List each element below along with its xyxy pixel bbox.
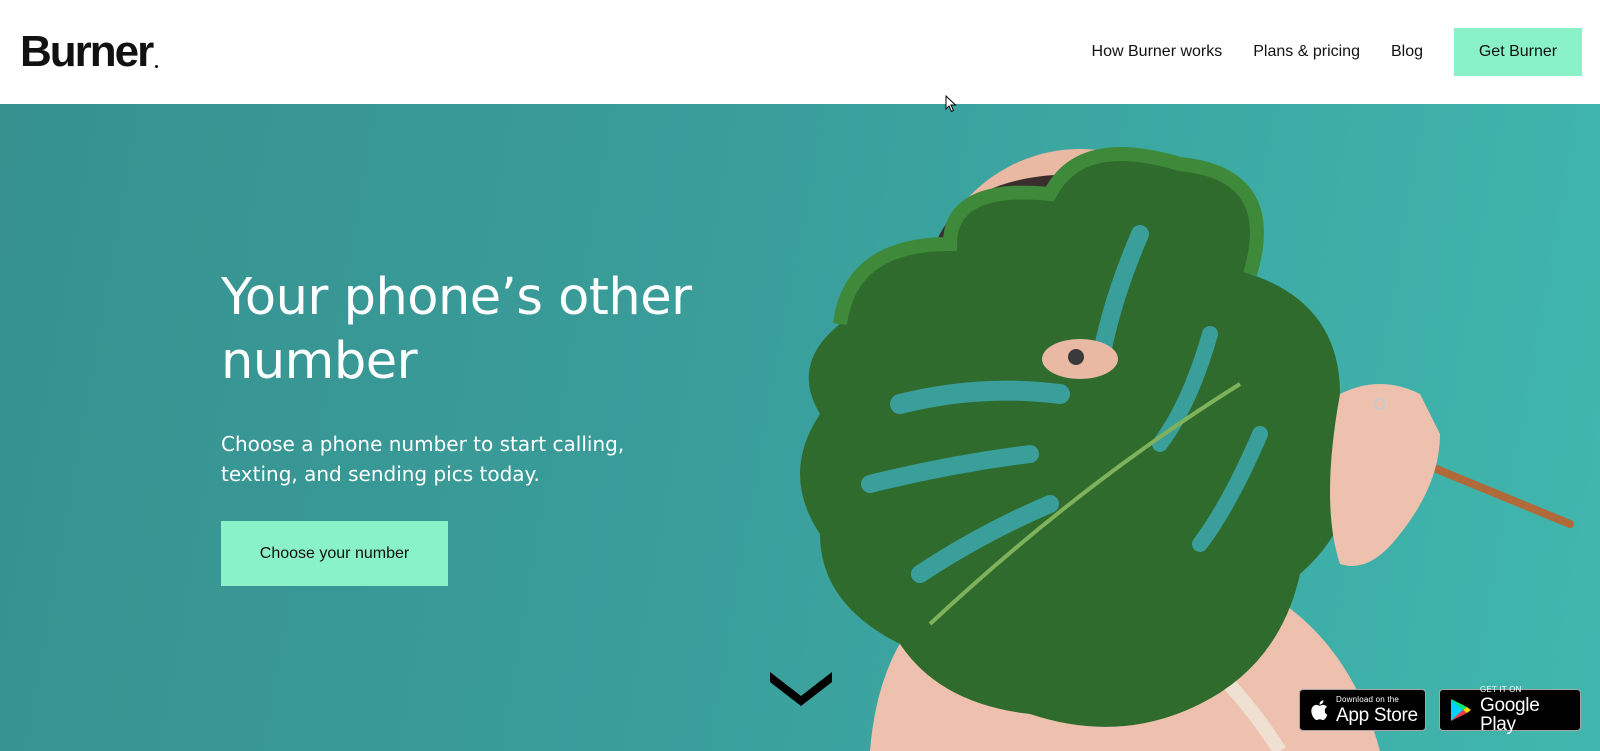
apple-icon: [1310, 699, 1328, 721]
hero-image: [800, 147, 1574, 751]
google-play-badge[interactable]: GET IT ON Google Play: [1439, 685, 1581, 735]
nav-link-blog[interactable]: Blog: [1391, 43, 1423, 61]
get-burner-button[interactable]: Get Burner: [1454, 28, 1582, 76]
burner-logo[interactable]: Burner: [20, 24, 159, 80]
main-nav: How Burner works Plans & pricing Blog Ge…: [1092, 28, 1582, 76]
google-play-icon: [1450, 698, 1472, 722]
google-play-small-text: GET IT ON: [1480, 685, 1522, 694]
app-store-badge-text: Download on the App Store: [1336, 694, 1418, 726]
logo-text: Burner: [20, 27, 154, 76]
hero-section: Your phone’s other number Choose a phone…: [0, 104, 1600, 751]
chevron-down-icon[interactable]: [768, 670, 834, 708]
nav-link-how-burner-works[interactable]: How Burner works: [1092, 43, 1223, 61]
app-store-small-text: Download on the: [1336, 694, 1400, 704]
site-header: Burner How Burner works Plans & pricing …: [0, 0, 1600, 104]
google-play-badge-text: GET IT ON Google Play: [1480, 685, 1580, 735]
google-play-big-text: Google Play: [1480, 695, 1540, 735]
choose-your-number-button[interactable]: Choose your number: [221, 521, 448, 586]
nav-link-plans-pricing[interactable]: Plans & pricing: [1253, 43, 1360, 61]
app-store-big-text: App Store: [1336, 704, 1418, 726]
hero-subtitle: Choose a phone number to start calling, …: [221, 432, 625, 486]
mouse-cursor-icon: [945, 95, 957, 113]
hero-title: Your phone’s other number: [221, 268, 692, 391]
logo-trademark-dot: [155, 65, 159, 68]
app-store-badge[interactable]: Download on the App Store: [1299, 689, 1426, 731]
